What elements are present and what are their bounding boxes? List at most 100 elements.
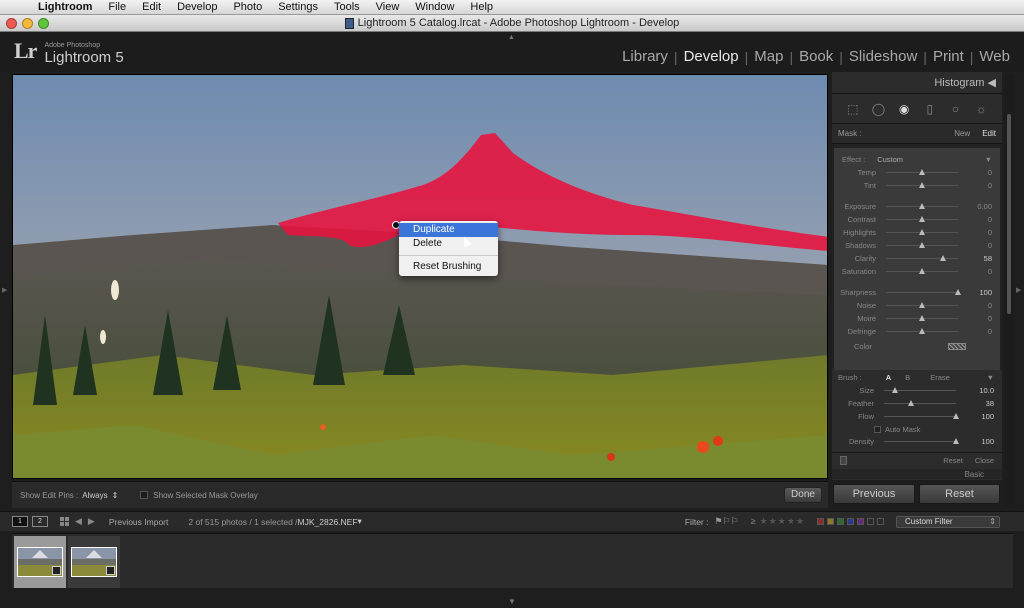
left-panel-expand-icon[interactable]: ▶ xyxy=(2,286,7,294)
filename-dropdown-icon[interactable]: ▾ xyxy=(358,516,362,527)
slider-track[interactable] xyxy=(886,203,958,209)
module-map[interactable]: Map xyxy=(748,48,789,65)
slider-thumb[interactable] xyxy=(939,255,946,261)
menu-item-duplicate[interactable]: Duplicate xyxy=(399,223,498,237)
menu-lightroom[interactable]: Lightroom xyxy=(30,0,100,15)
color-label-filter[interactable] xyxy=(817,518,884,525)
slider-thumb[interactable] xyxy=(908,400,915,406)
mask-edit-button[interactable]: Edit xyxy=(982,129,996,138)
brush-disclosure-icon[interactable]: ▼ xyxy=(987,373,994,382)
disclosure-triangle-icon[interactable]: ▼ xyxy=(985,155,992,164)
module-book[interactable]: Book xyxy=(793,48,839,65)
menu-edit[interactable]: Edit xyxy=(134,0,169,15)
menu-help[interactable]: Help xyxy=(462,0,501,15)
reset-button[interactable]: Reset xyxy=(919,484,1000,504)
menu-tools[interactable]: Tools xyxy=(326,0,368,15)
scrollbar-thumb[interactable] xyxy=(1007,114,1011,314)
slider-value[interactable]: 0 xyxy=(988,301,992,310)
brush-a-tab[interactable]: A xyxy=(886,373,891,382)
module-print[interactable]: Print xyxy=(927,48,970,65)
slider-value[interactable]: 100 xyxy=(981,412,994,421)
histogram-header[interactable]: Histogram ◀ xyxy=(832,72,1002,94)
slider-track[interactable] xyxy=(886,169,958,175)
close-window-button[interactable] xyxy=(6,18,17,29)
slider-track[interactable] xyxy=(886,229,958,235)
slider-value[interactable]: 38 xyxy=(986,399,994,408)
slider-thumb[interactable] xyxy=(919,169,925,175)
brush-b-tab[interactable]: B xyxy=(905,373,910,382)
slider-thumb[interactable] xyxy=(953,413,959,419)
slider-thumb[interactable] xyxy=(919,315,925,321)
slider-track[interactable] xyxy=(886,268,958,274)
slider-thumb[interactable] xyxy=(953,438,959,444)
previous-button[interactable]: Previous xyxy=(833,484,915,504)
radial-filter-icon[interactable]: ○ xyxy=(947,101,963,117)
minimize-window-button[interactable] xyxy=(22,18,33,29)
slider-value[interactable]: 0 xyxy=(988,228,992,237)
slider-track[interactable] xyxy=(886,242,958,248)
slider-value[interactable]: 0 xyxy=(988,168,992,177)
right-panel-scrollbar[interactable] xyxy=(1004,74,1014,506)
slider-track[interactable] xyxy=(886,302,958,308)
menu-item-delete[interactable]: Delete xyxy=(399,237,498,251)
menu-item-reset-brushing[interactable]: Reset Brushing xyxy=(399,260,498,274)
done-button[interactable]: Done xyxy=(784,487,822,503)
slider-track[interactable] xyxy=(886,289,961,295)
adjustment-brush-icon[interactable]: ☼ xyxy=(973,101,989,117)
spot-removal-icon[interactable]: ◯ xyxy=(870,101,886,117)
slider-thumb[interactable] xyxy=(955,289,961,295)
rating-filter[interactable]: ≥ ★★★★★ xyxy=(751,516,805,527)
menu-settings[interactable]: Settings xyxy=(270,0,326,15)
menu-window[interactable]: Window xyxy=(407,0,462,15)
slider-thumb[interactable] xyxy=(891,387,898,393)
slider-thumb[interactable] xyxy=(919,302,925,308)
top-panel-collapse-icon[interactable]: ▲ xyxy=(508,34,515,41)
slider-track[interactable] xyxy=(884,413,959,419)
slider-track[interactable] xyxy=(886,216,958,222)
slider-thumb[interactable] xyxy=(919,182,925,188)
flag-filter-icon[interactable]: ⚑⚐⚐ xyxy=(714,516,738,527)
right-panel-collapse-icon[interactable]: ▶ xyxy=(1016,286,1021,294)
slider-value[interactable]: 0.00 xyxy=(977,202,992,211)
filmstrip-source[interactable]: Previous Import xyxy=(109,517,169,527)
slider-value[interactable]: 100 xyxy=(981,437,994,446)
slider-value[interactable]: 0 xyxy=(988,314,992,323)
mask-overlay-checkbox[interactable] xyxy=(140,491,149,499)
module-slideshow[interactable]: Slideshow xyxy=(843,48,923,65)
module-develop[interactable]: Develop xyxy=(678,48,745,65)
zoom-window-button[interactable] xyxy=(38,18,49,29)
slider-value[interactable]: 0 xyxy=(988,181,992,190)
slider-value[interactable]: 0 xyxy=(988,267,992,276)
slider-track[interactable] xyxy=(886,182,958,188)
graduated-filter-icon[interactable]: ▯ xyxy=(922,101,938,117)
crop-tool-icon[interactable]: ⬚ xyxy=(845,101,861,117)
slider-track[interactable] xyxy=(886,328,958,334)
slider-value[interactable]: 0 xyxy=(988,241,992,250)
effect-dropdown[interactable]: Custom xyxy=(877,155,903,164)
forward-arrow-icon[interactable]: ▶ xyxy=(88,516,95,527)
second-monitor-button[interactable]: 2 xyxy=(32,516,48,527)
slider-thumb[interactable] xyxy=(919,242,925,248)
panel-toggle-switch-icon[interactable] xyxy=(840,456,847,465)
slider-thumb[interactable] xyxy=(919,328,925,334)
slider-value[interactable]: 58 xyxy=(984,254,992,263)
slider-track[interactable] xyxy=(886,315,958,321)
filmstrip-thumbnail[interactable] xyxy=(68,536,120,588)
brush-erase-tab[interactable]: Erase xyxy=(930,373,950,382)
slider-track[interactable] xyxy=(884,387,956,393)
menu-develop[interactable]: Develop xyxy=(169,0,225,15)
edit-pins-dropdown[interactable]: Always xyxy=(82,491,107,500)
filmstrip-collapse-icon[interactable]: ▼ xyxy=(508,597,516,606)
color-swatch[interactable] xyxy=(948,342,966,350)
panel-reset-button[interactable]: Reset xyxy=(943,456,963,465)
selected-filename[interactable]: MJK_2826.NEF xyxy=(298,517,358,527)
slider-track[interactable] xyxy=(884,400,956,406)
auto-mask-checkbox[interactable] xyxy=(874,425,881,433)
slider-track[interactable] xyxy=(884,438,959,444)
slider-value[interactable]: 10.0 xyxy=(979,386,994,395)
module-web[interactable]: Web xyxy=(973,48,1016,65)
back-arrow-icon[interactable]: ◀ xyxy=(75,516,82,527)
custom-filter-dropdown[interactable]: Custom Filter ⇕ xyxy=(896,515,1000,528)
photo-canvas[interactable] xyxy=(12,74,828,479)
menu-file[interactable]: File xyxy=(100,0,134,15)
